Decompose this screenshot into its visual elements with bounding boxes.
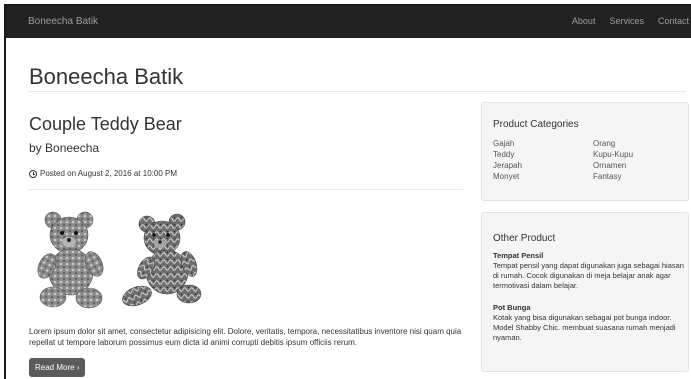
product-item: Pot Bunga Kotak yang bisa digunakan seba… bbox=[493, 303, 685, 343]
category-link-gajah[interactable]: Gajah bbox=[493, 139, 514, 148]
navbar-brand[interactable]: Boneecha Batik bbox=[28, 16, 98, 27]
post-date: Posted on August 2, 2016 at 10:00 PM bbox=[29, 169, 177, 178]
category-link-kupu-kupu[interactable]: Kupu-Kupu bbox=[593, 150, 633, 159]
category-link-orang[interactable]: Orang bbox=[593, 139, 615, 148]
category-link-teddy[interactable]: Teddy bbox=[493, 150, 514, 159]
category-link-jerapah[interactable]: Jerapah bbox=[493, 161, 522, 170]
top-navbar: Boneecha Batik About Services Contact bbox=[6, 6, 691, 38]
nav-link-about[interactable]: About bbox=[572, 16, 596, 26]
post-title[interactable]: Couple Teddy Bear bbox=[29, 114, 182, 135]
nav-link-services[interactable]: Services bbox=[609, 16, 644, 26]
other-product-title: Other Product bbox=[493, 233, 556, 244]
product-name: Tempat Pensil bbox=[493, 251, 544, 260]
post-excerpt: Lorem ipsum dolor sit amet, consectetur … bbox=[29, 327, 462, 347]
product-description: Kotak yang bisa digunakan sebagai pot bu… bbox=[493, 313, 676, 342]
header-divider bbox=[29, 91, 686, 92]
page-title: Boneecha Batik bbox=[29, 64, 184, 89]
byline-label: by bbox=[29, 141, 42, 155]
author-link[interactable]: Boneecha bbox=[45, 141, 99, 155]
browser-viewport: Boneecha Batik About Services Contact Bo… bbox=[4, 4, 691, 379]
read-more-button[interactable]: Read More › bbox=[29, 358, 86, 377]
product-description: Tempat pensil yang dapat digunakan juga … bbox=[493, 261, 684, 290]
nav-link-contact[interactable]: Contact bbox=[658, 16, 689, 26]
category-link-fantasy[interactable]: Fantasy bbox=[593, 172, 621, 181]
product-name: Pot Bunga bbox=[493, 303, 531, 312]
teddy-bear-image bbox=[29, 202, 215, 310]
categories-list-right: Orang Kupu-Kupu Ornamen Fantasy bbox=[593, 138, 633, 182]
post-date-text: Posted on August 2, 2016 at 10:00 PM bbox=[40, 169, 177, 178]
nav-links: About Services Contact bbox=[558, 16, 689, 26]
product-item: Tempat Pensil Tempat pensil yang dapat d… bbox=[493, 251, 685, 291]
clock-icon bbox=[29, 169, 37, 178]
categories-list-left: Gajah Teddy Jerapah Monyet bbox=[493, 138, 522, 182]
category-link-ornamen[interactable]: Ornamen bbox=[593, 161, 626, 170]
post-byline: by Boneecha bbox=[29, 141, 99, 155]
category-link-monyet[interactable]: Monyet bbox=[493, 172, 519, 181]
categories-title: Product Categories bbox=[493, 119, 579, 130]
post-divider bbox=[29, 189, 463, 190]
categories-widget: Product Categories Gajah Teddy Jerapah M… bbox=[481, 102, 689, 201]
other-product-widget: Other Product Tempat Pensil Tempat pensi… bbox=[481, 212, 689, 372]
